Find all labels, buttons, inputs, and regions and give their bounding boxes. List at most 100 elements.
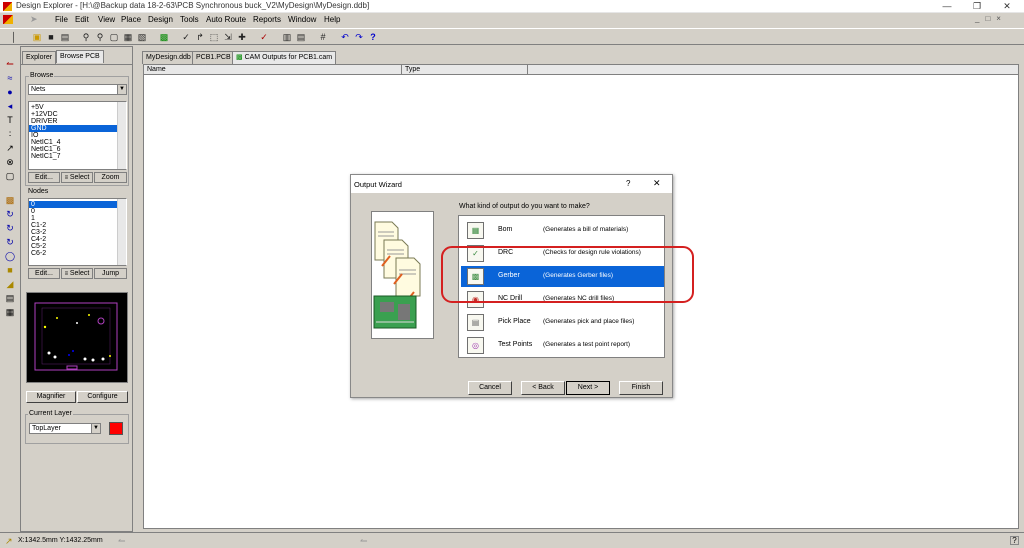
drc-icon[interactable]: ✓ xyxy=(258,31,270,43)
place-string-icon[interactable]: T xyxy=(4,114,16,126)
option-test-points[interactable]: ◎ Test Points (Generates a test point re… xyxy=(461,335,664,356)
help-status-icon[interactable]: ? xyxy=(1010,536,1019,545)
cancel-button[interactable]: Cancel xyxy=(468,381,512,395)
node-edit-button[interactable]: Edit... xyxy=(28,268,60,279)
node-item[interactable]: C4-2 xyxy=(29,236,126,243)
node-item[interactable]: 1 xyxy=(29,215,126,222)
net-item[interactable]: +5V xyxy=(29,104,126,111)
net-item[interactable]: GND xyxy=(29,125,126,132)
zoom-out-icon[interactable]: ⚲ xyxy=(94,31,106,43)
interactive-route-icon[interactable]: ↱ xyxy=(194,31,206,43)
restore-icon[interactable]: ❐ xyxy=(962,0,992,13)
minimize-icon[interactable]: — xyxy=(932,0,962,13)
browse-library-icon[interactable]: ▤ xyxy=(295,31,307,43)
save-icon[interactable]: ■ xyxy=(45,31,57,43)
next-button[interactable]: Next > xyxy=(566,381,610,395)
nav-back-icon[interactable]: ➤ xyxy=(30,14,38,25)
zoom-fit-icon[interactable]: ▦ xyxy=(122,31,134,43)
menu-help[interactable]: Help xyxy=(324,15,340,24)
place-room-icon[interactable]: ▢ xyxy=(4,170,16,182)
dialog-close-icon[interactable]: ✕ xyxy=(653,178,661,189)
browse-select[interactable]: Nets ▼ xyxy=(28,84,127,95)
column-name[interactable]: Name xyxy=(144,65,402,75)
node-item[interactable]: 0 xyxy=(29,201,126,208)
chevron-down-icon[interactable]: ▼ xyxy=(117,85,126,94)
place-coordinate-icon[interactable]: ∶ xyxy=(4,128,16,140)
net-item[interactable]: NetIC1_7 xyxy=(29,153,126,160)
node-item[interactable]: C3-2 xyxy=(29,229,126,236)
print-icon[interactable]: ▤ xyxy=(59,31,71,43)
tab-pcb1[interactable]: PCB1.PCB xyxy=(192,51,235,64)
help-icon[interactable]: ? xyxy=(367,31,379,43)
net-item[interactable]: +12VDC xyxy=(29,111,126,118)
menu-file[interactable]: File xyxy=(55,15,68,24)
option-bom[interactable]: ▦ Bom (Generates a bill of materials) xyxy=(461,220,664,241)
mdi-controls[interactable]: _□× xyxy=(975,14,1007,23)
column-type[interactable]: Type xyxy=(402,65,528,75)
menu-reports[interactable]: Reports xyxy=(253,15,281,24)
deselect-icon[interactable]: ⇲ xyxy=(222,31,234,43)
nets-scrollbar[interactable] xyxy=(117,102,126,169)
nodes-list[interactable]: 0 0 1 C1-2 C3-2 C4-2 C5-2 C6-2 xyxy=(28,198,127,266)
array-paste-icon[interactable]: ▦ xyxy=(4,306,16,318)
node-select-button[interactable]: ≡ Select xyxy=(61,268,93,279)
move-icon[interactable]: ✚ xyxy=(236,31,248,43)
node-item[interactable]: C6-2 xyxy=(29,250,126,257)
menu-view[interactable]: View xyxy=(98,15,115,24)
place-pad-icon[interactable]: ● xyxy=(4,86,16,98)
place-track-icon[interactable]: ↼ xyxy=(4,58,16,70)
design-manager-icon[interactable]: │ xyxy=(8,31,20,43)
redo-icon[interactable]: ↷ xyxy=(353,31,365,43)
select-area-icon[interactable]: ⬚ xyxy=(208,31,220,43)
magnifier-button[interactable]: Magnifier xyxy=(26,391,76,403)
menu-auto-route[interactable]: Auto Route xyxy=(206,15,246,24)
place-line-icon[interactable]: ≈ xyxy=(4,72,16,84)
net-select-button[interactable]: ≡ Select xyxy=(61,172,93,183)
menu-design[interactable]: Design xyxy=(148,15,173,24)
configure-button[interactable]: Configure xyxy=(77,391,128,403)
layer-color-swatch[interactable] xyxy=(109,422,123,435)
zoom-all-icon[interactable]: ▧ xyxy=(136,31,148,43)
arc-edge-icon[interactable]: ↻ xyxy=(4,222,16,234)
tab-browse-pcb[interactable]: Browse PCB xyxy=(56,50,104,63)
route-icon[interactable]: ✓ xyxy=(180,31,192,43)
back-button[interactable]: < Back xyxy=(521,381,565,395)
polygon-icon[interactable]: ◢ xyxy=(4,278,16,290)
option-pick-place[interactable]: ▤ Pick Place (Generates pick and place f… xyxy=(461,312,664,333)
origin-icon[interactable]: ⊗ xyxy=(4,156,16,168)
menu-place[interactable]: Place xyxy=(121,15,141,24)
chevron-down-icon[interactable]: ▼ xyxy=(91,424,100,433)
net-edit-button[interactable]: Edit... xyxy=(28,172,60,183)
undo-icon[interactable]: ↶ xyxy=(339,31,351,43)
menu-window[interactable]: Window xyxy=(288,15,316,24)
node-item[interactable]: C5-2 xyxy=(29,243,126,250)
place-component-icon[interactable]: ▩ xyxy=(4,194,16,206)
tab-mydesign-ddb[interactable]: MyDesign.ddb xyxy=(142,51,195,64)
place-dimension-icon[interactable]: ↗ xyxy=(4,142,16,154)
finish-button[interactable]: Finish xyxy=(619,381,663,395)
nets-list[interactable]: +5V +12VDC DRIVER GND IO NetIC1_4 NetIC1_6 NetI… xyxy=(28,101,127,170)
layer-select[interactable]: TopLayer ▼ xyxy=(29,423,101,434)
fill-icon[interactable]: ■ xyxy=(4,264,16,276)
tab-explorer[interactable]: Explorer xyxy=(22,51,57,64)
full-circle-icon[interactable]: ◯ xyxy=(4,250,16,262)
arc-center-icon[interactable]: ↻ xyxy=(4,208,16,220)
board-minimap[interactable] xyxy=(26,292,128,383)
node-item[interactable]: 0 xyxy=(29,208,126,215)
net-item[interactable]: DRIVER xyxy=(29,118,126,125)
node-jump-button[interactable]: Jump xyxy=(94,268,127,279)
zoom-in-icon[interactable]: ⚲ xyxy=(80,31,92,43)
menu-edit[interactable]: Edit xyxy=(75,15,89,24)
net-item[interactable]: NetIC1_4 xyxy=(29,139,126,146)
net-item[interactable]: NetIC1_6 xyxy=(29,146,126,153)
dialog-help-icon[interactable]: ? xyxy=(626,179,630,188)
menu-tools[interactable]: Tools xyxy=(180,15,199,24)
close-window-icon[interactable]: ✕ xyxy=(992,0,1022,13)
component-icon[interactable]: ▩ xyxy=(158,31,170,43)
arc-any-icon[interactable]: ↻ xyxy=(4,236,16,248)
place-via-icon[interactable]: ◂ xyxy=(4,100,16,112)
open-icon[interactable]: ▣ xyxy=(31,31,43,43)
tab-cam-outputs[interactable]: ▩ CAM Outputs for PCB1.cam xyxy=(232,51,337,64)
zoom-area-icon[interactable]: ▢ xyxy=(108,31,120,43)
library-icon[interactable]: ▥ xyxy=(281,31,293,43)
